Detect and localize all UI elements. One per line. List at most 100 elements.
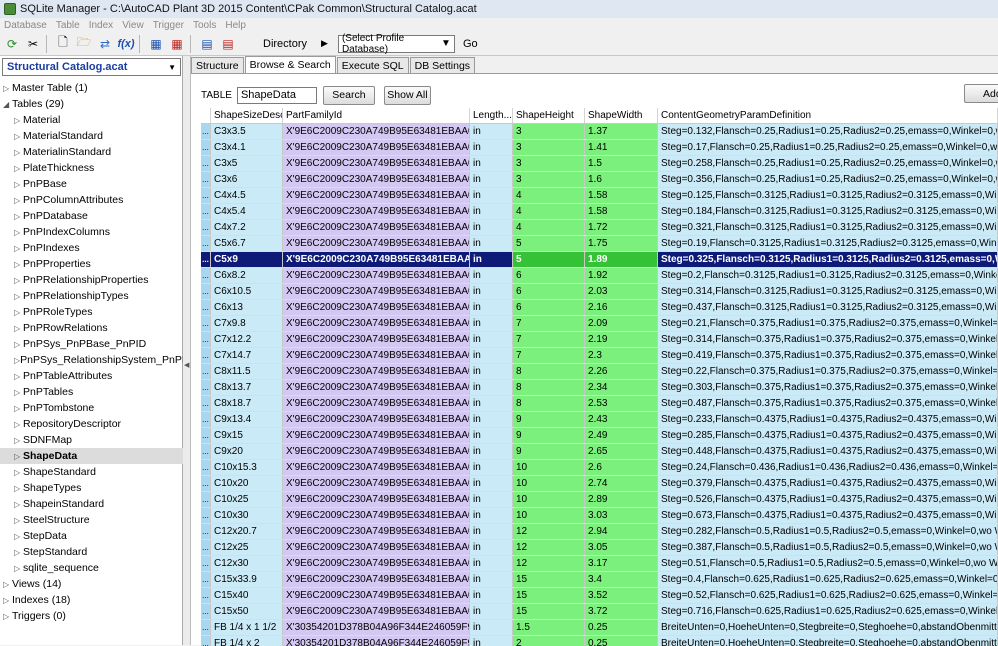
drop-index-icon[interactable]: ▤ — [219, 35, 237, 53]
tree-item[interactable]: ▷ ShapeData — [0, 448, 183, 464]
cell-shape-size[interactable]: C7x12.2 — [211, 332, 283, 347]
tree-item[interactable]: ▷ PnPRoleTypes — [0, 304, 183, 320]
cell-geometry-params[interactable]: Steg=0.303,Flansch=0.375,Radius1=0.375,R… — [658, 380, 998, 395]
tree-item[interactable]: ▷ StepData — [0, 528, 183, 544]
cell-part-family-id[interactable]: X'9E6C2009C230A749B95E63481EBAA036' — [283, 172, 470, 187]
cell-shape-height[interactable]: 12 — [513, 524, 585, 539]
cell-length-unit[interactable]: in — [470, 508, 513, 523]
cell-shape-size[interactable]: C12x30 — [211, 556, 283, 571]
cell-shape-width[interactable]: 2.94 — [585, 524, 658, 539]
table-row[interactable]: ... C3x3.5 X'9E6C2009C230A749B95E63481EBAA… — [201, 124, 998, 140]
cell-shape-size[interactable]: C9x15 — [211, 428, 283, 443]
cell-geometry-params[interactable]: Steg=0.184,Flansch=0.3125,Radius1=0.3125… — [658, 204, 998, 219]
table-row[interactable]: ... C6x8.2 X'9E6C2009C230A749B95E63481EBAA… — [201, 268, 998, 284]
tree-item[interactable]: ▷ PnPSys_PnPBase_PnPID — [0, 336, 183, 352]
collapsed-triangle-icon[interactable]: ▷ — [14, 388, 23, 397]
table-row[interactable]: ... C5x9 X'9E6C2009C230A749B95E63481EBAA03… — [201, 252, 998, 268]
cell-shape-size[interactable]: C10x25 — [211, 492, 283, 507]
collapsed-triangle-icon[interactable]: ▷ — [14, 324, 23, 333]
cell-shape-width[interactable]: 2.65 — [585, 444, 658, 459]
collapsed-triangle-icon[interactable]: ▷ — [14, 164, 23, 173]
cell-geometry-params[interactable]: Steg=0.17,Flansch=0.25,Radius1=0.25,Radi… — [658, 140, 998, 155]
cell-shape-width[interactable]: 1.5 — [585, 156, 658, 171]
cell-part-family-id[interactable]: X'9E6C2009C230A749B95E63481EBAA036' — [283, 332, 470, 347]
table-row[interactable]: ... C9x15 X'9E6C2009C230A749B95E63481EBAA0… — [201, 428, 998, 444]
cell-shape-size[interactable]: C5x9 — [211, 252, 283, 267]
row-marker[interactable]: ... — [201, 332, 211, 347]
row-marker[interactable]: ... — [201, 588, 211, 603]
tree-item[interactable]: ▷ StepStandard — [0, 544, 183, 560]
cell-geometry-params[interactable]: Steg=0.716,Flansch=0.625,Radius1=0.625,R… — [658, 604, 998, 619]
cell-shape-height[interactable]: 10 — [513, 476, 585, 491]
cell-geometry-params[interactable]: Steg=0.22,Flansch=0.375,Radius1=0.375,Ra… — [658, 364, 998, 379]
row-marker[interactable]: ... — [201, 188, 211, 203]
row-marker[interactable]: ... — [201, 556, 211, 571]
cell-shape-size[interactable]: C15x50 — [211, 604, 283, 619]
tree-item[interactable]: ▷ MaterialStandard — [0, 128, 183, 144]
tree-item[interactable]: ▷ SteelStructure — [0, 512, 183, 528]
cell-shape-width[interactable]: 2.89 — [585, 492, 658, 507]
row-marker[interactable]: ... — [201, 412, 211, 427]
cell-length-unit[interactable]: in — [470, 124, 513, 139]
cell-part-family-id[interactable]: X'9E6C2009C230A749B95E63481EBAA036' — [283, 348, 470, 363]
cell-shape-width[interactable]: 3.17 — [585, 556, 658, 571]
row-marker[interactable]: ... — [201, 364, 211, 379]
cell-length-unit[interactable]: in — [470, 540, 513, 555]
row-marker[interactable]: ... — [201, 268, 211, 283]
table-row[interactable]: ... C7x9.8 X'9E6C2009C230A749B95E63481EBAA… — [201, 316, 998, 332]
cell-shape-size[interactable]: C6x13 — [211, 300, 283, 315]
cell-shape-height[interactable]: 3 — [513, 172, 585, 187]
row-marker[interactable]: ... — [201, 300, 211, 315]
directory-label[interactable]: Directory — [263, 38, 307, 50]
table-row[interactable]: ... C10x30 X'9E6C2009C230A749B95E63481EBAA… — [201, 508, 998, 524]
collapsed-triangle-icon[interactable]: ▷ — [14, 244, 23, 253]
tree-item[interactable]: ▷ Triggers (0) — [0, 608, 183, 624]
cell-shape-size[interactable]: C10x30 — [211, 508, 283, 523]
cell-length-unit[interactable]: in — [470, 444, 513, 459]
row-marker[interactable]: ... — [201, 220, 211, 235]
tree-item[interactable]: ▷ Views (14) — [0, 576, 183, 592]
cell-geometry-params[interactable]: Steg=0.21,Flansch=0.375,Radius1=0.375,Ra… — [658, 316, 998, 331]
cell-length-unit[interactable]: in — [470, 380, 513, 395]
collapsed-triangle-icon[interactable]: ▷ — [14, 148, 23, 157]
cell-length-unit[interactable]: in — [470, 236, 513, 251]
row-marker[interactable]: ... — [201, 524, 211, 539]
cell-geometry-params[interactable]: Steg=0.282,Flansch=0.5,Radius1=0.5,Radiu… — [658, 524, 998, 539]
cell-length-unit[interactable]: in — [470, 460, 513, 475]
cell-shape-height[interactable]: 4 — [513, 204, 585, 219]
profile-database-select[interactable]: (Select Profile Database) ▼ — [337, 33, 455, 55]
cell-shape-height[interactable]: 9 — [513, 444, 585, 459]
cell-part-family-id[interactable]: X'30354201D378B04A96F344E246059F98' — [283, 620, 470, 635]
cell-shape-height[interactable]: 1.5 — [513, 620, 585, 635]
table-row[interactable]: ... C4x7.2 X'9E6C2009C230A749B95E63481EBAA… — [201, 220, 998, 236]
cell-geometry-params[interactable]: Steg=0.448,Flansch=0.4375,Radius1=0.4375… — [658, 444, 998, 459]
tree-item[interactable]: ▷ PnPColumnAttributes — [0, 192, 183, 208]
cell-length-unit[interactable]: in — [470, 140, 513, 155]
function-icon[interactable]: f(x) — [117, 35, 135, 53]
collapsed-triangle-icon[interactable]: ▷ — [14, 532, 23, 541]
cell-shape-height[interactable]: 8 — [513, 380, 585, 395]
tree-item[interactable]: ▷ SDNFMap — [0, 432, 183, 448]
table-row[interactable]: ... C10x25 X'9E6C2009C230A749B95E63481EBAA… — [201, 492, 998, 508]
cell-part-family-id[interactable]: X'9E6C2009C230A749B95E63481EBAA036' — [283, 396, 470, 411]
refresh-icon[interactable]: ⟳ — [3, 35, 21, 53]
cell-shape-size[interactable]: C4x4.5 — [211, 188, 283, 203]
tab-structure[interactable]: Structure — [191, 57, 244, 73]
cell-length-unit[interactable]: in — [470, 524, 513, 539]
cell-part-family-id[interactable]: X'9E6C2009C230A749B95E63481EBAA036' — [283, 444, 470, 459]
cell-geometry-params[interactable]: Steg=0.314,Flansch=0.375,Radius1=0.375,R… — [658, 332, 998, 347]
cell-part-family-id[interactable]: X'9E6C2009C230A749B95E63481EBAA036' — [283, 188, 470, 203]
connect-icon[interactable]: ⇄ — [96, 35, 114, 53]
cell-shape-height[interactable]: 15 — [513, 572, 585, 587]
collapsed-triangle-icon[interactable]: ▷ — [14, 212, 23, 221]
row-marker[interactable]: ... — [201, 444, 211, 459]
table-row[interactable]: ... C15x33.9 X'9E6C2009C230A749B95E63481EB… — [201, 572, 998, 588]
cell-shape-size[interactable]: C9x13.4 — [211, 412, 283, 427]
cell-shape-width[interactable]: 2.03 — [585, 284, 658, 299]
collapsed-triangle-icon[interactable]: ▷ — [14, 436, 23, 445]
cell-length-unit[interactable]: in — [470, 364, 513, 379]
cell-shape-height[interactable]: 5 — [513, 252, 585, 267]
collapsed-triangle-icon[interactable]: ▷ — [14, 548, 23, 557]
cell-geometry-params[interactable]: Steg=0.24,Flansch=0.436,Radius1=0.436,Ra… — [658, 460, 998, 475]
create-index-icon[interactable]: ▤ — [198, 35, 216, 53]
